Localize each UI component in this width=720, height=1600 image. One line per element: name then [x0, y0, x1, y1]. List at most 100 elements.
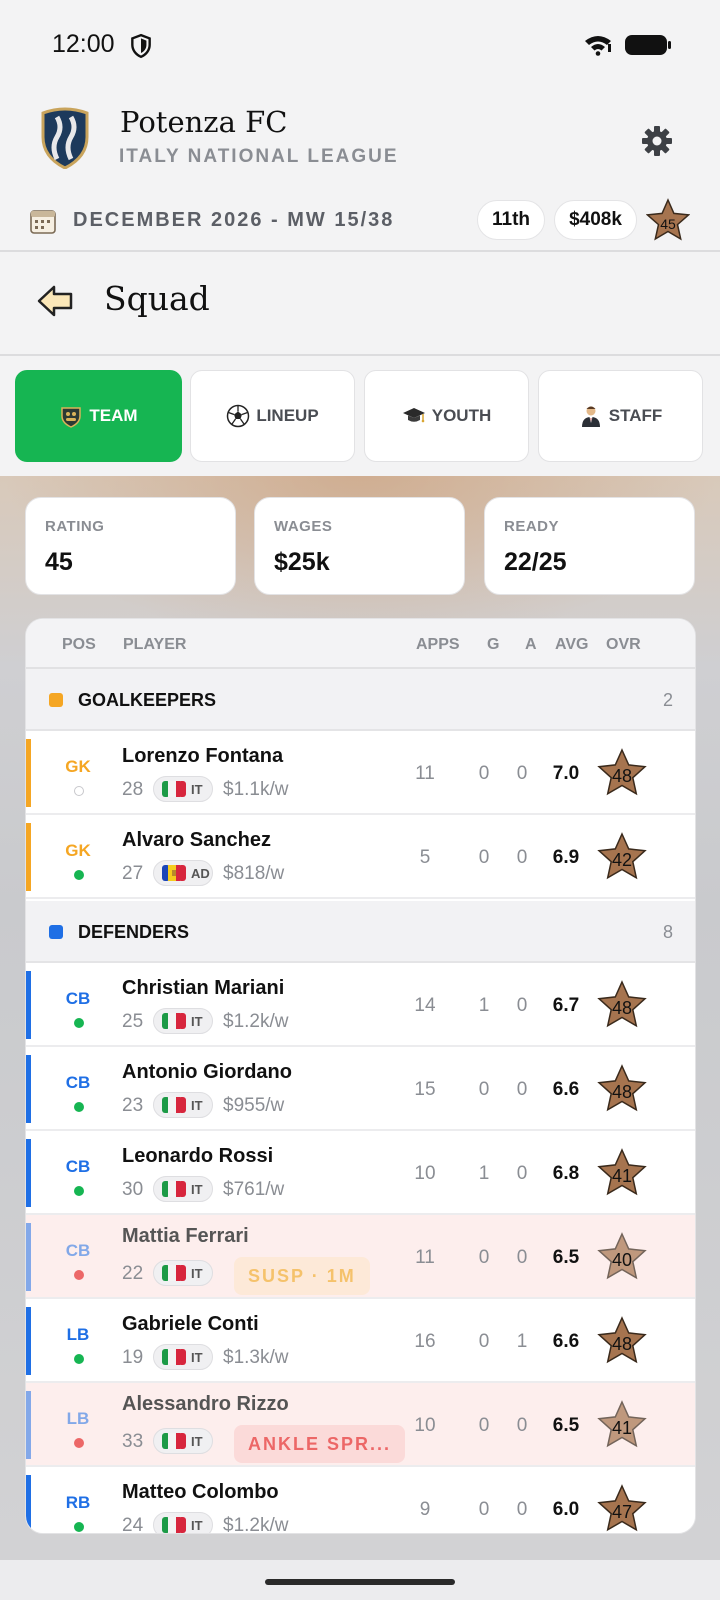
player-name: Mattia Ferrari: [122, 1225, 249, 1247]
nationality-chip: IT: [153, 1344, 213, 1370]
position-color-bar: [26, 1055, 31, 1123]
overall-star-icon: 41: [597, 1148, 647, 1196]
player-wage: $761/w: [223, 1179, 285, 1200]
position-group-header: GOALKEEPERS 2: [26, 669, 695, 731]
player-apps: 11: [415, 1247, 435, 1268]
player-apps: 5: [419, 847, 431, 868]
col-assists[interactable]: A: [525, 636, 537, 654]
player-position: GK: [65, 841, 91, 860]
player-position: RB: [65, 1493, 91, 1512]
player-wage: $1.3k/w: [223, 1347, 289, 1368]
tab-staff-label: STAFF: [608, 406, 663, 425]
season-date: DECEMBER 2026 - MW 15/38: [73, 209, 395, 231]
player-overall: 41: [612, 1166, 632, 1186]
budget-pill[interactable]: $408k: [554, 200, 637, 240]
player-assists: 0: [516, 847, 528, 868]
player-row[interactable]: CB Leonardo Rossi 30 IT $761/w 10 1 0 6.8 41: [26, 1131, 695, 1215]
table-header: POS PLAYER APPS G A AVG OVR: [26, 619, 695, 669]
tab-youth-label: YOUTH: [431, 406, 492, 425]
player-goals: 0: [478, 1331, 490, 1352]
player-avg-rating: 6.7: [552, 995, 580, 1016]
availability-dot: [74, 786, 84, 796]
availability-dot: [74, 1354, 84, 1364]
overall-star-icon: 42: [597, 832, 647, 880]
graduation-cap-icon: [402, 408, 425, 423]
col-apps[interactable]: APPS: [416, 636, 460, 654]
tab-youth[interactable]: YOUTH: [364, 370, 529, 462]
group-count: 8: [662, 922, 673, 942]
team-badge-icon: [61, 407, 82, 428]
player-row[interactable]: LB Alessandro Rizzo 33 IT ANKLE SPR... 10 0 0 6.…: [26, 1383, 695, 1467]
col-pos[interactable]: POS: [62, 636, 96, 654]
player-avg-rating: 6.0: [552, 1499, 580, 1520]
col-player[interactable]: PLAYER: [123, 636, 186, 654]
position-color-bar: [26, 971, 31, 1039]
nationality-chip: IT: [153, 1176, 213, 1202]
player-row[interactable]: GK Lorenzo Fontana 28 IT $1.1k/w 11 0 0 7.0 48: [26, 731, 695, 815]
battery-icon: [625, 35, 671, 55]
tab-team[interactable]: TEAM: [15, 370, 182, 462]
status-badge: ANKLE SPR...: [234, 1425, 406, 1463]
player-overall: 48: [612, 1082, 632, 1102]
col-avg[interactable]: AVG: [555, 636, 588, 654]
nationality-code: IT: [191, 781, 203, 797]
overall-star-icon: 40: [597, 1232, 647, 1280]
player-age: 19: [122, 1347, 144, 1368]
nationality-chip: IT: [153, 776, 213, 802]
player-position: GK: [65, 757, 91, 776]
group-color-marker: [49, 693, 63, 707]
player-assists: 0: [516, 1499, 528, 1520]
player-age: 24: [122, 1515, 144, 1534]
nationality-code: IT: [191, 1433, 203, 1449]
player-assists: 0: [516, 1247, 528, 1268]
player-row[interactable]: LB Gabriele Conti 19 IT $1.3k/w 16 0 1 6.6 48: [26, 1299, 695, 1383]
tab-staff[interactable]: STAFF: [538, 370, 703, 462]
position-color-bar: [26, 823, 31, 891]
player-avg-rating: 6.6: [552, 1331, 580, 1352]
wifi-icon: [585, 36, 611, 56]
nationality-chip: IT: [153, 1260, 213, 1286]
back-arrow-icon[interactable]: [36, 284, 76, 318]
stat-value: 22/25: [504, 548, 567, 576]
player-row[interactable]: GK Alvaro Sanchez 27 AD $818/w 5 0 0 6.9 42: [26, 815, 695, 899]
col-goals[interactable]: G: [487, 636, 499, 654]
overall-star-icon: 48: [597, 1064, 647, 1112]
season-info-bar: DECEMBER 2026 - MW 15/38 11th $408k 45: [0, 190, 720, 252]
italy-flag-icon: [162, 1433, 186, 1449]
player-name: Antonio Giordano: [122, 1061, 292, 1083]
player-goals: 0: [478, 1079, 490, 1100]
availability-dot: [74, 1522, 84, 1532]
italy-flag-icon: [162, 1181, 186, 1197]
settings-gear-icon[interactable]: [640, 124, 674, 158]
player-overall: 48: [612, 766, 632, 786]
player-name: Lorenzo Fontana: [122, 745, 284, 767]
availability-dot: [74, 1270, 84, 1280]
player-avg-rating: 6.5: [552, 1415, 580, 1436]
home-indicator[interactable]: [265, 1579, 455, 1585]
italy-flag-icon: [162, 1349, 186, 1365]
position-color-bar: [26, 1139, 31, 1207]
player-overall: 47: [612, 1502, 632, 1522]
nationality-chip: IT: [153, 1428, 213, 1454]
nationality-code: IT: [191, 1265, 203, 1281]
overall-star-icon: 48: [597, 980, 647, 1028]
league-rank-pill[interactable]: 11th: [477, 200, 545, 240]
stat-label: READY: [504, 518, 560, 535]
player-position: LB: [66, 1325, 90, 1344]
club-rating-star-icon[interactable]: 45: [646, 198, 690, 242]
player-row[interactable]: CB Mattia Ferrari 22 IT SUSP · 1M 11 0 0 6.5 40: [26, 1215, 695, 1299]
player-apps: 11: [415, 763, 435, 784]
stat-value: $25k: [274, 548, 330, 576]
overall-star-icon: 47: [597, 1484, 647, 1532]
nationality-chip: AD: [153, 860, 213, 886]
player-overall: 48: [612, 998, 632, 1018]
player-row[interactable]: RB Matteo Colombo 24 IT $1.2k/w 9 0 0 6.0 47: [26, 1467, 695, 1534]
stat-label: RATING: [45, 518, 105, 535]
player-row[interactable]: CB Antonio Giordano 23 IT $955/w 15 0 0 6.6 48: [26, 1047, 695, 1131]
position-color-bar: [26, 1391, 31, 1459]
col-ovr[interactable]: OVR: [606, 636, 641, 654]
italy-flag-icon: [162, 1097, 186, 1113]
tab-lineup[interactable]: LINEUP: [190, 370, 355, 462]
player-row[interactable]: CB Christian Mariani 25 IT $1.2k/w 14 1 0 6.7 48: [26, 963, 695, 1047]
stat-card-rating: RATING 45: [25, 497, 236, 595]
